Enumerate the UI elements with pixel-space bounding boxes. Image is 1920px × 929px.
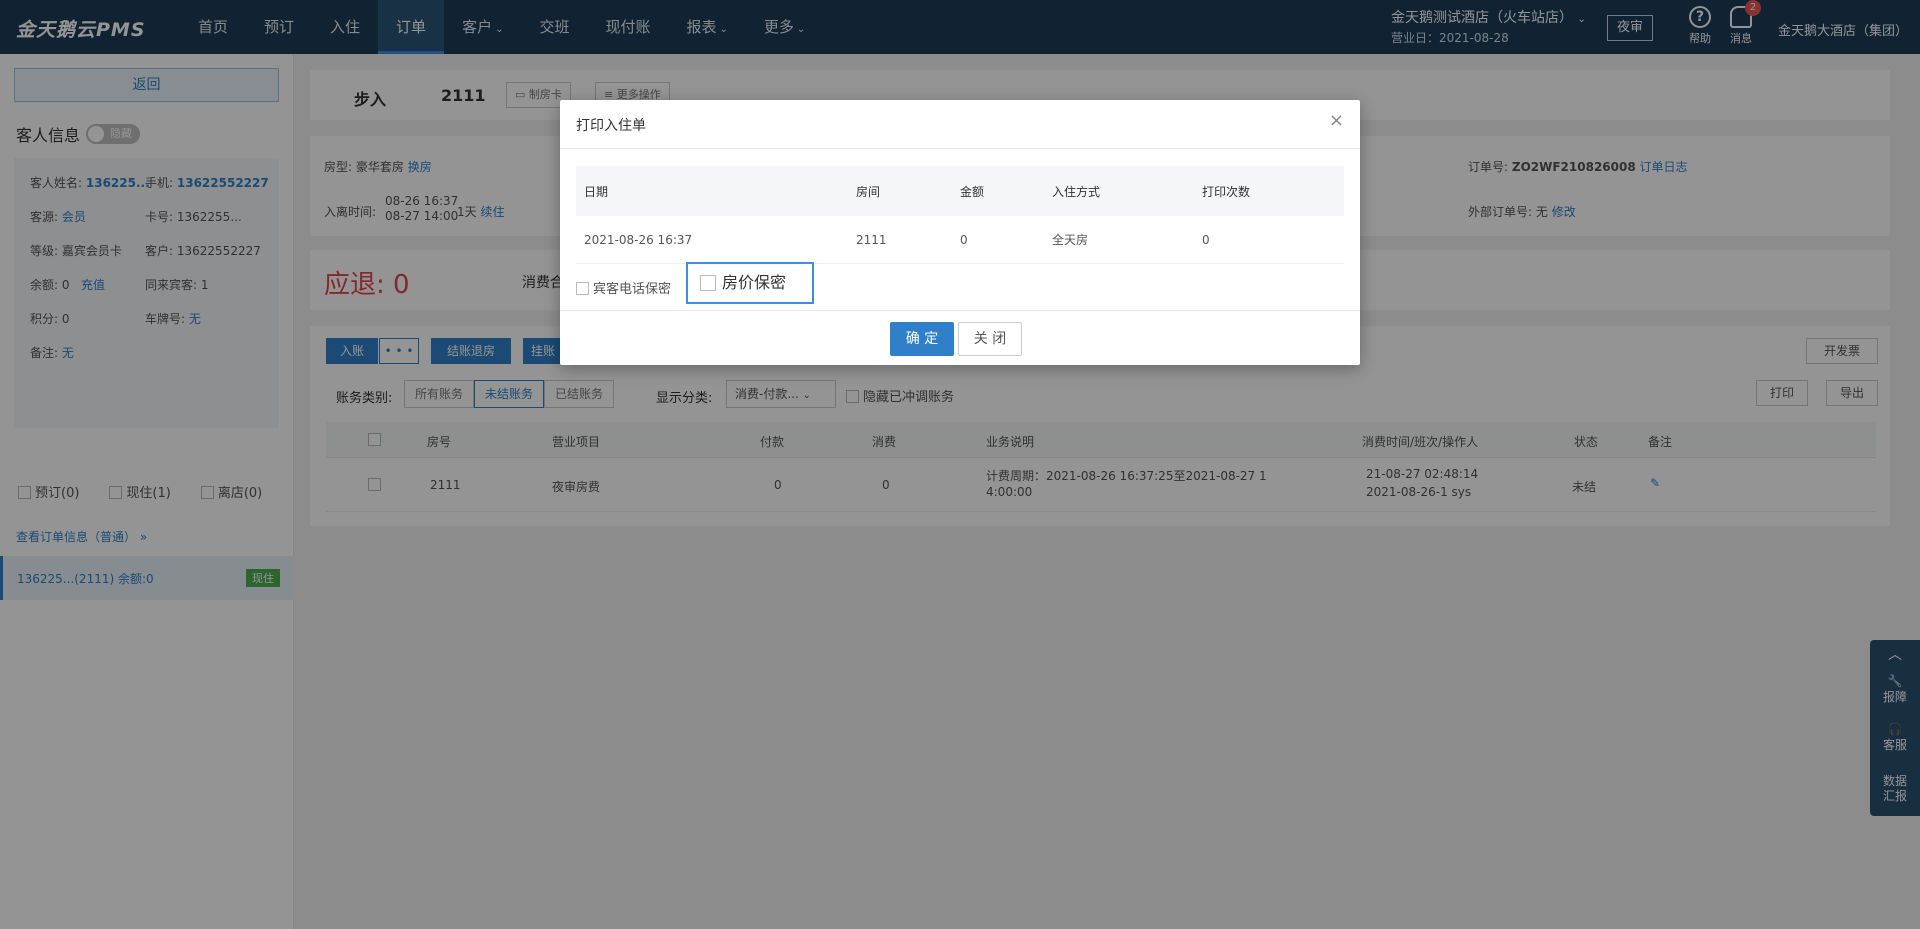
close-button[interactable]: 关 闭: [958, 322, 1022, 356]
row-room: 2111: [856, 232, 887, 247]
col-checkin-type: 入住方式: [1052, 184, 1101, 199]
col-room: 房间: [856, 184, 881, 199]
dialog-table-header: 日期 房间 金额 入住方式 打印次数: [576, 166, 1344, 216]
checkbox-icon: [576, 282, 589, 295]
col-date: 日期: [584, 184, 609, 199]
divider: [560, 310, 1360, 311]
close-icon[interactable]: ×: [1329, 112, 1344, 130]
row-print-count: 0: [1202, 232, 1210, 247]
confirm-button[interactable]: 确 定: [890, 322, 954, 356]
row-checkin-type: 全天房: [1052, 233, 1089, 247]
col-print-count: 打印次数: [1202, 184, 1251, 199]
dialog-title: 打印入住单: [576, 118, 646, 134]
row-amount: 0: [960, 232, 968, 247]
room-rate-confidential-checkbox[interactable]: 房价保密: [686, 262, 814, 304]
print-checkin-dialog: 打印入住单 × 日期 房间 金额 入住方式 打印次数 2021-08-26 16…: [560, 100, 1360, 365]
col-amount: 金额: [960, 184, 985, 199]
divider: [560, 148, 1360, 149]
row-date: 2021-08-26 16:37: [584, 232, 693, 247]
table-row[interactable]: 2021-08-26 16:37 2111 0 全天房 0: [576, 216, 1344, 264]
checkbox-icon: [700, 275, 716, 291]
guest-phone-confidential-checkbox[interactable]: 宾客电话保密: [576, 278, 671, 297]
